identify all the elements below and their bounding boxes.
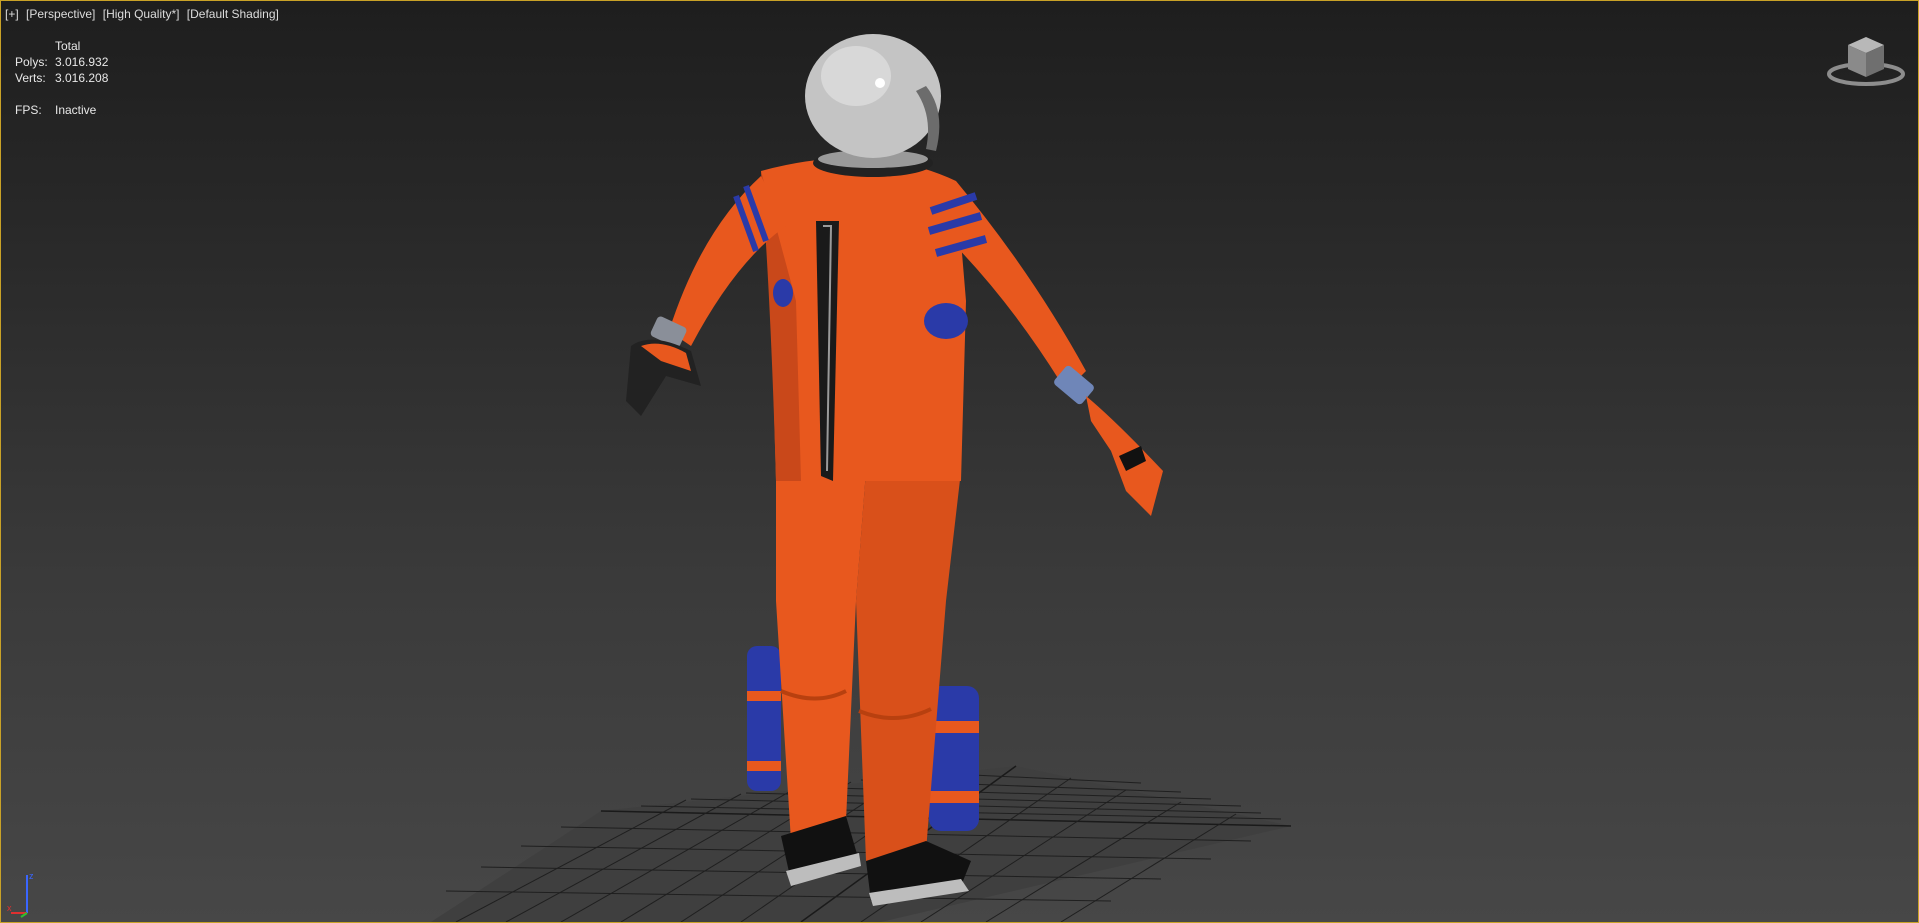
stats-header: Total xyxy=(55,39,81,53)
polys-value: 3.016.932 xyxy=(55,55,109,69)
astronaut-model[interactable] xyxy=(626,34,1163,906)
ground-grid xyxy=(431,765,1292,922)
viewport-quality-menu[interactable]: [High Quality*] xyxy=(103,7,180,21)
verts-label: Verts: xyxy=(15,71,46,85)
axis-z-label: z xyxy=(29,871,34,881)
scene-canvas xyxy=(431,34,1292,922)
verts-value: 3.016.208 xyxy=(55,71,109,85)
viewcube-icon[interactable] xyxy=(1826,31,1906,91)
viewport-menu-bar: [+] [Perspective] [High Quality*] [Defau… xyxy=(5,7,283,21)
polys-row: Polys: 3.016.932 xyxy=(15,54,108,70)
fps-row: FPS: Inactive xyxy=(15,102,108,118)
viewport-shading-menu[interactable]: [Default Shading] xyxy=(187,7,279,21)
fps-label: FPS: xyxy=(15,103,42,117)
polys-label: Polys: xyxy=(15,55,48,69)
statistics-overlay: Total Polys: 3.016.932 Verts: 3.016.208 … xyxy=(15,38,108,118)
viewport-view-menu[interactable]: [Perspective] xyxy=(26,7,95,21)
verts-row: Verts: 3.016.208 xyxy=(15,70,108,86)
axis-tripod-icon: z x xyxy=(7,871,34,918)
3d-viewport[interactable]: [+] [Perspective] [High Quality*] [Defau… xyxy=(0,0,1919,923)
fps-value: Inactive xyxy=(55,103,97,117)
axis-x-label: x xyxy=(7,903,12,913)
viewport-general-menu[interactable]: [+] xyxy=(5,7,19,21)
